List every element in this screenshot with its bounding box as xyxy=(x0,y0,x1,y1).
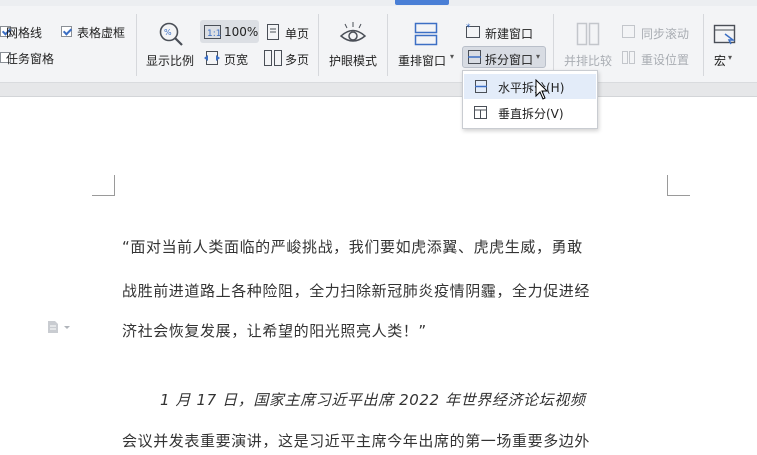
document-line: 济社会恢复发展，让希望的阳光照亮人类！” xyxy=(122,322,427,340)
reset-position-button[interactable]: 重设位置 xyxy=(641,51,689,68)
vertical-split-icon xyxy=(474,106,487,119)
menu-item-vertical-split[interactable]: 垂直拆分(V) xyxy=(464,100,596,125)
table-dashed-label: 表格虚框 xyxy=(77,26,126,40)
sync-scroll-button[interactable]: 同步滚动 xyxy=(641,25,689,42)
group-divider xyxy=(553,14,554,76)
split-window-icon xyxy=(468,50,481,64)
rearrange-window-button[interactable]: 重排窗口 xyxy=(398,52,446,69)
split-window-dropdown: 水平拆分(H) 垂直拆分(V) xyxy=(462,70,598,129)
mouse-cursor-icon xyxy=(535,79,549,100)
eye-mode-label[interactable]: 护眼模式 xyxy=(329,52,377,69)
macro-button[interactable]: 宏 xyxy=(714,52,726,69)
page-corner-mark xyxy=(92,175,115,196)
document-line: 1 月 17 日，国家主席习近平出席 2022 年世界经济论坛视频 xyxy=(160,391,586,409)
svg-text:*: * xyxy=(466,23,471,33)
horizontal-split-icon xyxy=(475,80,487,93)
ruler-band xyxy=(0,83,757,97)
page-width-icon xyxy=(204,51,220,65)
group-divider xyxy=(136,14,137,76)
reset-position-icon xyxy=(622,51,635,64)
horizontal-split-label: 水平拆分(H) xyxy=(498,81,565,95)
active-tab-indicator xyxy=(395,0,449,5)
table-dashed-checkbox[interactable] xyxy=(61,26,72,37)
zoom-100-icon: 1:1 xyxy=(204,25,221,39)
new-window-icon: * xyxy=(466,23,480,38)
macro-dropdown-arrow-icon[interactable]: ▾ xyxy=(728,53,732,62)
multi-page-button[interactable]: 多页 xyxy=(285,51,309,68)
zoom-label[interactable]: 显示比例 xyxy=(146,52,194,69)
page-corner-mark xyxy=(667,175,690,196)
ribbon-toolbar: 网格线 表格虚框 任务窗格 % 显示比例 1:1 100% 页宽 单页 多页 护… xyxy=(0,0,757,83)
group-divider xyxy=(318,14,319,76)
multi-page-icon xyxy=(264,50,282,66)
page-width-button[interactable]: 页宽 xyxy=(224,51,248,68)
side-by-side-icon xyxy=(576,22,600,46)
rearrange-dropdown-arrow-icon[interactable]: ▾ xyxy=(450,52,454,61)
group-divider xyxy=(703,14,704,76)
menu-item-horizontal-split[interactable]: 水平拆分(H) xyxy=(464,74,596,99)
vertical-split-label: 垂直拆分(V) xyxy=(498,107,564,121)
svg-text:%: % xyxy=(164,28,172,37)
zoom-magnifier-icon[interactable]: % xyxy=(158,21,184,47)
eye-protection-icon[interactable] xyxy=(339,21,367,47)
task-pane-label: 任务窗格 xyxy=(6,52,55,66)
ribbon-top-strip xyxy=(0,0,757,6)
document-line: “面对当前人类面临的严峻挑战，我们要如虎添翼、虎虎生威，勇敢 xyxy=(122,238,583,256)
single-page-button[interactable]: 单页 xyxy=(285,25,309,42)
single-page-icon xyxy=(267,24,279,40)
split-dropdown-arrow-icon[interactable]: ▾ xyxy=(536,52,540,61)
paragraph-options-icon[interactable] xyxy=(46,320,74,334)
document-line: 会议并发表重要演讲，这是习近平主席今年出席的第一场重要多边外 xyxy=(122,432,591,450)
document-line: 战胜前进道路上各种险阻，全力扫除新冠肺炎疫情阴霾，全力促进经 xyxy=(122,282,591,300)
sync-scroll-icon xyxy=(622,25,635,38)
group-divider xyxy=(387,14,388,76)
svg-text:1:1: 1:1 xyxy=(207,29,221,39)
grid-lines-label: 网格线 xyxy=(6,26,43,40)
zoom-100-label: 100% xyxy=(224,25,259,39)
macro-icon[interactable] xyxy=(713,22,737,46)
rearrange-window-icon[interactable] xyxy=(414,22,438,46)
new-window-button[interactable]: 新建窗口 xyxy=(485,25,533,42)
side-by-side-button[interactable]: 并排比较 xyxy=(564,52,612,69)
split-window-label: 拆分窗口 xyxy=(485,53,534,67)
